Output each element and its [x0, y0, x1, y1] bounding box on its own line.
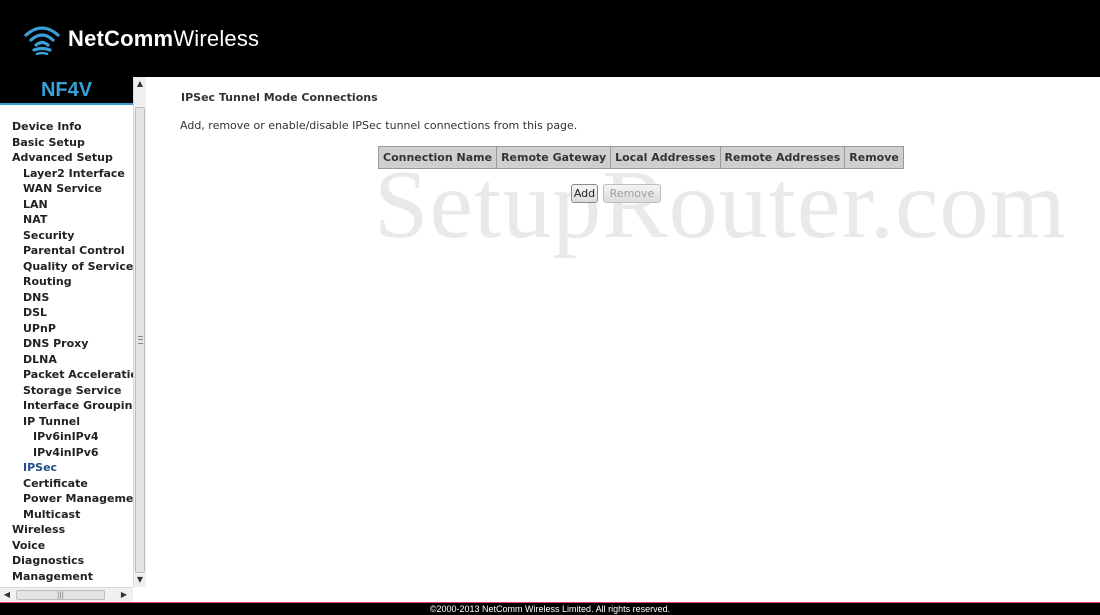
- sidebar-item-wan-service[interactable]: WAN Service: [0, 181, 133, 197]
- horizontal-scrollbar[interactable]: ◀ ||| ▶: [0, 587, 133, 602]
- sidebar-item-nat[interactable]: NAT: [0, 212, 133, 228]
- col-remote-gateway: Remote Gateway: [496, 146, 612, 169]
- add-button[interactable]: Add: [571, 184, 598, 203]
- sidebar-item-interface-grouping[interactable]: Interface Grouping: [0, 398, 133, 414]
- footer: ©2000-2013 NetComm Wireless Limited. All…: [0, 602, 1100, 615]
- scroll-down-icon[interactable]: ▼: [134, 573, 146, 587]
- sidebar-item-multicast[interactable]: Multicast: [0, 507, 133, 523]
- page-description: Add, remove or enable/disable IPSec tunn…: [180, 119, 578, 132]
- sidebar-item-ipv6inipv4[interactable]: IPv6inIPv4: [0, 429, 133, 445]
- sidebar-item-voice[interactable]: Voice: [0, 538, 133, 554]
- sidebar-item-advanced-setup[interactable]: Advanced Setup: [0, 150, 133, 166]
- sidebar-item-diagnostics[interactable]: Diagnostics: [0, 553, 133, 569]
- sidebar-item-packet-acceleration[interactable]: Packet Acceleration: [0, 367, 133, 383]
- copyright-text: ©2000-2013 NetComm Wireless Limited. All…: [429, 604, 671, 614]
- sidebar-item-ip-tunnel[interactable]: IP Tunnel: [0, 414, 133, 430]
- wifi-logo-icon: [24, 26, 60, 55]
- main-content: SetupRouter.com IPSec Tunnel Mode Connec…: [146, 77, 1100, 602]
- sidebar-item-storage-service[interactable]: Storage Service: [0, 383, 133, 399]
- sidebar-item-ipsec[interactable]: IPSec: [0, 460, 133, 476]
- sidebar-item-management[interactable]: Management: [0, 569, 133, 585]
- model-name: NF4V: [40, 79, 93, 101]
- sidebar-item-wireless[interactable]: Wireless: [0, 522, 133, 538]
- col-remove: Remove: [844, 146, 904, 169]
- sidebar-item-ipv4inipv6[interactable]: IPv4inIPv6: [0, 445, 133, 461]
- nav-menu: Device Info Basic Setup Advanced Setup Laye…: [0, 119, 133, 589]
- sidebar-item-quality-of-service[interactable]: Quality of Service: [0, 259, 133, 275]
- horizontal-scrollbar-thumb[interactable]: |||: [16, 590, 105, 600]
- model-bar: NF4V: [0, 77, 133, 105]
- sidebar-item-parental-control[interactable]: Parental Control: [0, 243, 133, 259]
- netcomm-logo: NetCommWireless: [24, 22, 259, 56]
- sidebar-item-dsl[interactable]: DSL: [0, 305, 133, 321]
- col-connection-name: Connection Name: [377, 146, 498, 169]
- sidebar-item-dlna[interactable]: DLNA: [0, 352, 133, 368]
- sidebar: NF4V Device Info Basic Setup Advanced Setu…: [0, 77, 146, 602]
- sidebar-item-layer2-interface[interactable]: Layer2 Interface: [0, 166, 133, 182]
- header-bar: NetCommWireless: [0, 0, 1100, 77]
- table-header-row: Connection Name Remote Gateway Local Add…: [377, 146, 904, 169]
- sidebar-item-dns-proxy[interactable]: DNS Proxy: [0, 336, 133, 352]
- scroll-left-icon[interactable]: ◀: [0, 588, 14, 602]
- sidebar-item-upnp[interactable]: UPnP: [0, 321, 133, 337]
- brand-name: NetCommWireless: [68, 26, 260, 51]
- scrollbar-thumb[interactable]: [135, 107, 145, 573]
- col-remote-addresses: Remote Addresses: [719, 146, 846, 169]
- sidebar-item-routing[interactable]: Routing: [0, 274, 133, 290]
- sidebar-item-lan[interactable]: LAN: [0, 197, 133, 213]
- connections-table: Connection Name Remote Gateway Local Add…: [377, 146, 904, 169]
- scroll-right-icon[interactable]: ▶: [117, 588, 131, 602]
- sidebar-item-basic-setup[interactable]: Basic Setup: [0, 135, 133, 151]
- sidebar-item-device-info[interactable]: Device Info: [0, 119, 133, 135]
- remove-button[interactable]: Remove: [603, 184, 661, 203]
- grip-icon: [138, 336, 143, 344]
- sidebar-item-certificate[interactable]: Certificate: [0, 476, 133, 492]
- vertical-scrollbar[interactable]: ▲ ▼: [133, 77, 146, 587]
- col-local-addresses: Local Addresses: [610, 146, 721, 169]
- sidebar-item-power-management[interactable]: Power Management: [0, 491, 133, 507]
- sidebar-item-security[interactable]: Security: [0, 228, 133, 244]
- sidebar-item-dns[interactable]: DNS: [0, 290, 133, 306]
- page-title: IPSec Tunnel Mode Connections: [181, 91, 378, 104]
- scroll-up-icon[interactable]: ▲: [134, 77, 146, 91]
